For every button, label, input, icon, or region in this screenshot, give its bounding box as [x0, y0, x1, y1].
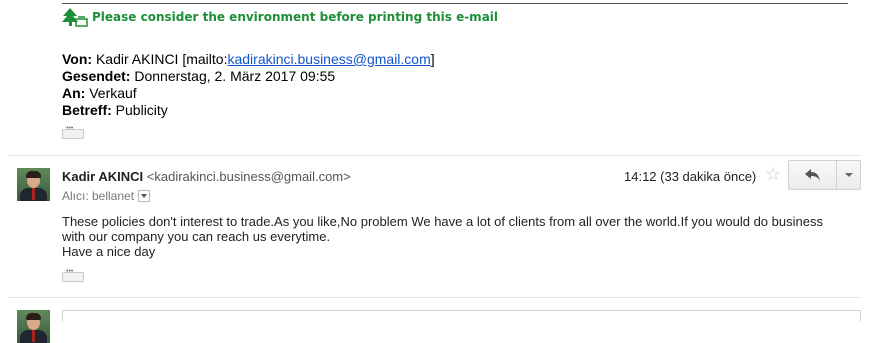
message-divider	[8, 155, 861, 156]
gesendet-label: Gesendet:	[62, 68, 131, 84]
recipient-line: Alıcı: bellanet	[62, 189, 151, 203]
environment-notice: Please consider the environment before p…	[62, 6, 498, 28]
message-body: These policies don't interest to trade.A…	[62, 214, 862, 259]
show-trimmed-content-button[interactable]	[62, 125, 84, 139]
sender-name[interactable]: Kadir AKINCI	[62, 169, 143, 184]
recipient-text: Alıcı: bellanet	[62, 189, 135, 203]
show-trimmed-content-button[interactable]	[62, 268, 84, 282]
more-options-button[interactable]	[837, 161, 860, 189]
reply-button-group	[788, 160, 861, 190]
gesendet-line: Gesendet: Donnerstag, 2. März 2017 09:55	[62, 68, 435, 85]
von-label: Von:	[62, 51, 93, 67]
environment-notice-text: Please consider the environment before p…	[92, 10, 499, 24]
betreff-label: Betreff:	[62, 102, 112, 118]
von-line: Von: Kadir AKINCI [mailto:kadirakinci.bu…	[62, 51, 435, 68]
body-line: with our company you can reach us everyt…	[62, 229, 331, 244]
sender-avatar[interactable]	[17, 168, 50, 201]
betreff-line: Betreff: Publicity	[62, 102, 435, 119]
reply-divider	[8, 297, 861, 298]
quoted-header: Von: Kadir AKINCI [mailto:kadirakinci.bu…	[62, 51, 435, 119]
sender-address: <kadirakinci.business@gmail.com>	[146, 169, 351, 184]
user-avatar[interactable]	[17, 310, 50, 343]
von-email-link[interactable]: kadirakinci.business@gmail.com	[227, 51, 430, 67]
sender-line: Kadir AKINCI <kadirakinci.business@gmail…	[62, 169, 351, 184]
an-line: An: Verkauf	[62, 85, 435, 102]
reply-button[interactable]	[789, 161, 836, 189]
gesendet-value: Donnerstag, 2. März 2017 09:55	[134, 68, 336, 84]
show-details-dropdown-icon[interactable]	[138, 190, 151, 202]
message-time: 14:12 (33 dakika önce)	[624, 169, 757, 184]
reply-arrow-icon	[805, 169, 820, 181]
tree-print-icon	[62, 8, 88, 27]
reply-box[interactable]	[62, 310, 861, 321]
body-line: These policies don't interest to trade.A…	[62, 214, 823, 229]
betreff-value: Publicity	[115, 102, 168, 118]
an-value: Verkauf	[89, 85, 137, 101]
von-close: ]	[430, 51, 435, 67]
top-divider	[62, 3, 848, 4]
body-line: Have a nice day	[62, 244, 156, 259]
an-label: An:	[62, 85, 86, 101]
von-name: Kadir AKINCI [mailto:	[95, 51, 228, 67]
star-icon[interactable]: ☆	[765, 164, 781, 185]
